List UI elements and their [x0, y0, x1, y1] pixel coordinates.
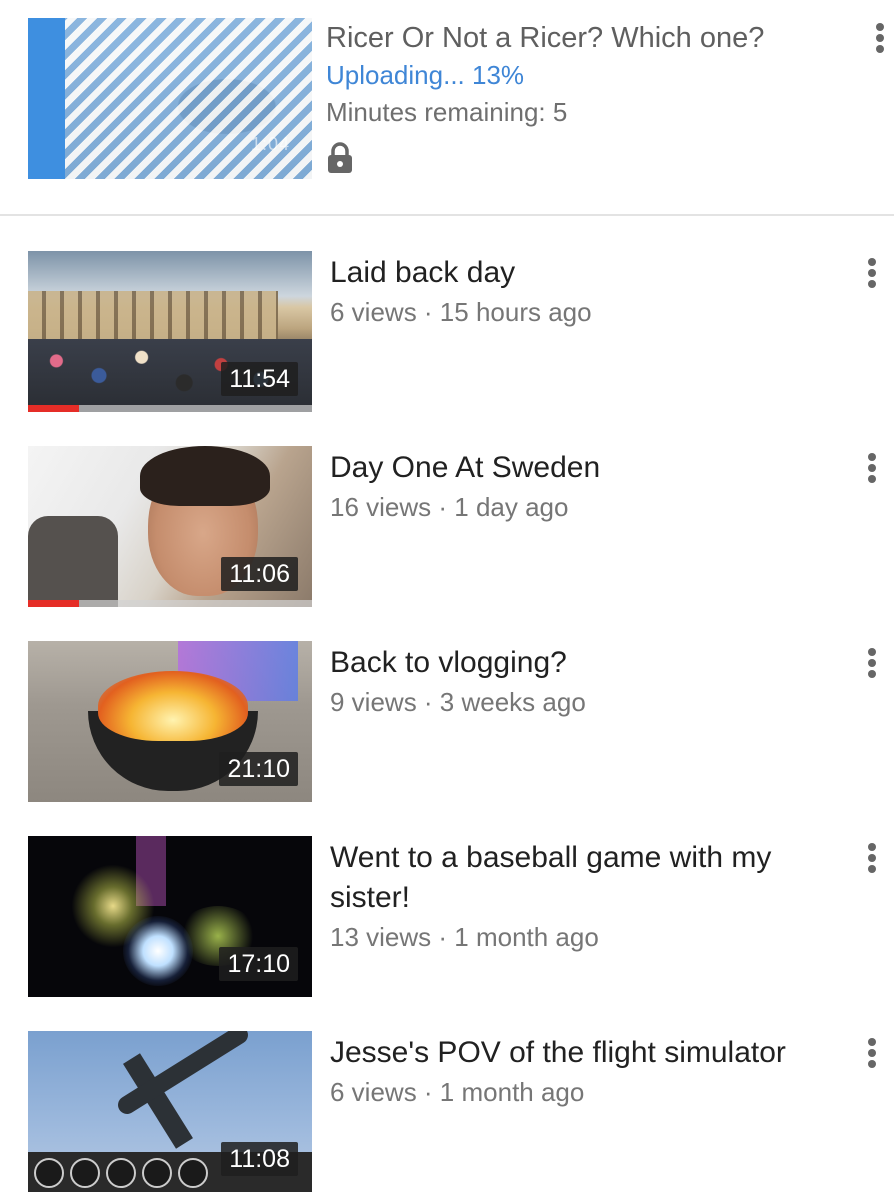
- video-thumbnail[interactable]: 11:54: [28, 251, 312, 412]
- thumbnail-image: [140, 446, 270, 506]
- video-duration-badge: 11:06: [221, 557, 298, 591]
- upload-title[interactable]: Ricer Or Not a Ricer? Which one?: [326, 22, 764, 55]
- upload-time-remaining: Minutes remaining: 5: [326, 97, 568, 127]
- video-list-item[interactable]: 11:54 Laid back day 6 views · 15 hours a…: [0, 251, 894, 431]
- video-title[interactable]: Day One At Sweden: [330, 448, 830, 488]
- video-duration-badge: 11:54: [221, 362, 298, 396]
- watch-progress-bar: [28, 600, 80, 607]
- video-list-item[interactable]: 21:10 Back to vlogging? 9 views · 3 week…: [0, 641, 894, 821]
- thumbnail-image: [123, 916, 193, 986]
- video-list-item[interactable]: 11:06 Day One At Sweden 16 views · 1 day…: [0, 446, 894, 626]
- more-options-icon[interactable]: [868, 18, 892, 58]
- section-divider: [0, 214, 894, 216]
- more-options-icon[interactable]: [860, 643, 884, 683]
- video-thumbnail[interactable]: 21:10: [28, 641, 312, 802]
- video-title[interactable]: Jesse's POV of the flight simulator: [330, 1033, 830, 1073]
- thumbnail-image: [142, 1158, 172, 1188]
- video-meta: 13 views · 1 month ago: [330, 922, 599, 952]
- video-title[interactable]: Laid back day: [330, 253, 830, 293]
- video-thumbnail[interactable]: 17:10: [28, 836, 312, 997]
- video-meta: 16 views · 1 day ago: [330, 492, 569, 522]
- upload-thumbnail[interactable]: 1:04: [28, 18, 312, 179]
- thumbnail-image: [98, 671, 248, 741]
- video-meta: 9 views · 3 weeks ago: [330, 687, 586, 717]
- upload-status: Uploading... 13%: [326, 60, 525, 90]
- video-thumbnail[interactable]: 11:08: [28, 1031, 312, 1192]
- thumbnail-image: [70, 1158, 100, 1188]
- more-options-icon[interactable]: [860, 448, 884, 488]
- lock-icon: [328, 142, 352, 173]
- thumbnail-ghost-duration: 1:04: [250, 134, 290, 154]
- video-title[interactable]: Went to a baseball game with my sister!: [330, 838, 830, 918]
- video-duration-badge: 21:10: [219, 752, 298, 786]
- video-thumbnail[interactable]: 11:06: [28, 446, 312, 607]
- thumbnail-image: [178, 1158, 208, 1188]
- thumbnail-image: [106, 1158, 136, 1188]
- upload-progress-fill: [28, 18, 65, 179]
- thumbnail-image: [28, 291, 278, 339]
- upload-item[interactable]: 1:04 Ricer Or Not a Ricer? Which one? Up…: [0, 0, 894, 215]
- thumbnail-image: [28, 516, 118, 607]
- thumbnail-image: [34, 1158, 64, 1188]
- video-list-item[interactable]: 17:10 Went to a baseball game with my si…: [0, 836, 894, 1016]
- video-meta: 6 views · 1 month ago: [330, 1077, 585, 1107]
- video-list-item[interactable]: 11:08 Jesse's POV of the flight simulato…: [0, 1031, 894, 1200]
- watch-progress-bar: [28, 405, 80, 412]
- video-title[interactable]: Back to vlogging?: [330, 643, 830, 683]
- video-duration-badge: 11:08: [221, 1142, 298, 1176]
- more-options-icon[interactable]: [860, 838, 884, 878]
- more-options-icon[interactable]: [860, 253, 884, 293]
- video-duration-badge: 17:10: [219, 947, 298, 981]
- video-meta: 6 views · 15 hours ago: [330, 297, 592, 327]
- more-options-icon[interactable]: [860, 1033, 884, 1073]
